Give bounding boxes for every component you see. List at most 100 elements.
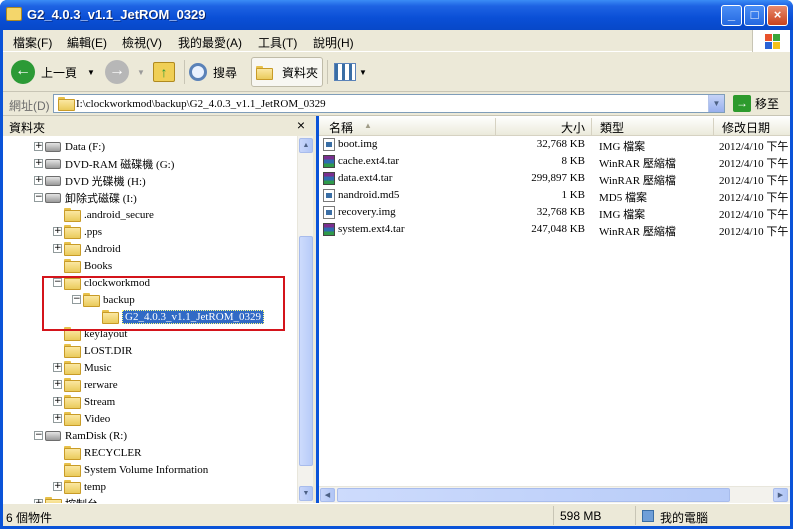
file-row[interactable]: recovery.img 32,768 KB IMG 檔案 2012/4/10 下午	[319, 204, 790, 221]
file-size: 299,897 KB	[531, 172, 585, 184]
tree-item[interactable]: + Video	[53, 410, 111, 427]
windows-logo-icon	[752, 30, 790, 52]
column-name[interactable]: 名稱 ▲	[319, 118, 496, 135]
minimize-button[interactable]: _	[721, 5, 742, 26]
status-count-cell: 6 個物件	[3, 506, 553, 525]
tree-item-label: 控制台	[65, 496, 98, 504]
go-label: 移至	[755, 97, 780, 111]
tree-item[interactable]: + Android	[53, 240, 121, 257]
tree-item[interactable]: − 卸除式磁碟 (I:)	[34, 189, 137, 206]
title-bar[interactable]: G2_4.0.3_v1.1_JetROM_0329 _ □ ×	[0, 0, 793, 30]
column-date[interactable]: 修改日期	[714, 118, 790, 135]
menu-file[interactable]: 檔案(F)	[13, 34, 52, 51]
file-row[interactable]: nandroid.md5 1 KB MD5 檔案 2012/4/10 下午	[319, 187, 790, 204]
tree-item[interactable]: + Stream	[53, 393, 115, 410]
file-row[interactable]: system.ext4.tar 247,048 KB WinRAR 壓縮檔 2012/…	[319, 221, 790, 238]
status-size: 598 MB	[560, 509, 602, 523]
expand-icon[interactable]: +	[53, 227, 62, 236]
chevron-down-icon[interactable]: ▼	[708, 95, 724, 112]
tree-item[interactable]: RECYCLER	[64, 444, 141, 461]
tree-item[interactable]: + DVD-RAM 磁碟機 (G:)	[34, 155, 174, 172]
expand-icon[interactable]: +	[34, 159, 43, 168]
collapse-icon[interactable]: −	[34, 193, 43, 202]
file-row[interactable]: data.ext4.tar 299,897 KB WinRAR 壓縮檔 2012/4/…	[319, 170, 790, 187]
toolbar: ← 上一頁 ▼ → ▼ ↑ 搜尋 資料夾 ▼	[3, 52, 790, 92]
scroll-down-button[interactable]: ▼	[299, 486, 313, 501]
folder-icon	[64, 344, 81, 358]
column-date-label: 修改日期	[722, 121, 771, 135]
tree-item[interactable]: + Data (F:)	[34, 138, 105, 155]
maximize-button[interactable]: □	[744, 5, 765, 26]
menu-edit[interactable]: 編輯(E)	[67, 34, 107, 51]
file-type: IMG 檔案	[599, 141, 646, 153]
tree-item[interactable]: + temp	[53, 478, 106, 495]
tree-item[interactable]: + rerware	[53, 376, 118, 393]
address-input[interactable]: I:\clockworkmod\backup\G2_4.0.3_v1.1_Jet…	[53, 94, 725, 113]
expand-icon[interactable]: +	[53, 482, 62, 491]
expand-icon[interactable]: +	[53, 414, 62, 423]
tree-item-label: Video	[84, 412, 111, 425]
tree-item[interactable]: + Music	[53, 359, 112, 376]
forward-button[interactable]: → ▼	[105, 58, 145, 86]
tree-item-label: 卸除式磁碟 (I:)	[65, 192, 137, 205]
menu-tools[interactable]: 工具(T)	[258, 34, 297, 51]
file-list-hscrollbar[interactable]: ◀ ▶	[319, 486, 790, 503]
archive-icon	[323, 172, 335, 185]
scroll-thumb[interactable]	[299, 236, 313, 466]
drive-icon	[45, 141, 61, 152]
column-type[interactable]: 類型	[592, 118, 714, 135]
tree-item[interactable]: − RamDisk (R:)	[34, 427, 128, 444]
go-arrow-icon: →	[733, 95, 751, 112]
file-list-header: 名稱 ▲ 大小 類型 修改日期	[319, 116, 790, 136]
tree-item[interactable]: LOST.DIR	[64, 342, 132, 359]
scroll-up-button[interactable]: ▲	[299, 138, 313, 153]
tree-item-label: System Volume Information	[84, 463, 209, 476]
chevron-down-icon[interactable]: ▼	[137, 68, 145, 77]
chevron-down-icon[interactable]: ▼	[359, 68, 367, 77]
drive-icon	[45, 430, 61, 441]
views-button[interactable]: ▼	[334, 58, 367, 86]
expand-icon[interactable]: +	[53, 244, 62, 253]
tree-item-label: temp	[84, 480, 106, 493]
file-icon	[323, 138, 335, 151]
expand-icon[interactable]: +	[53, 380, 62, 389]
tree-item[interactable]: + DVD 光碟機 (H:)	[34, 172, 146, 189]
tree-item[interactable]: + .pps	[53, 223, 102, 240]
menu-favorites[interactable]: 我的最愛(A)	[178, 34, 242, 51]
file-size: 247,048 KB	[531, 223, 585, 235]
chevron-down-icon[interactable]: ▼	[87, 68, 95, 77]
collapse-icon[interactable]: −	[34, 431, 43, 440]
expand-icon[interactable]: +	[34, 176, 43, 185]
scroll-right-button[interactable]: ▶	[773, 488, 788, 502]
column-size[interactable]: 大小	[496, 118, 592, 135]
tree-item[interactable]: +控制台	[34, 495, 98, 504]
scroll-thumb[interactable]	[337, 488, 730, 502]
column-name-label: 名稱	[329, 121, 354, 135]
status-location-cell: 我的電腦	[635, 506, 790, 525]
expand-icon[interactable]: +	[53, 397, 62, 406]
menu-view[interactable]: 檢視(V)	[122, 34, 162, 51]
file-size: 32,768 KB	[536, 206, 585, 218]
close-button[interactable]: ×	[767, 5, 788, 26]
up-folder-button[interactable]: ↑	[153, 58, 175, 86]
tree-item[interactable]: Books	[64, 257, 112, 274]
close-icon[interactable]: ×	[297, 117, 305, 133]
tree-item[interactable]: .android_secure	[64, 206, 154, 223]
tree-item-label: RamDisk (R:)	[65, 429, 128, 442]
file-row[interactable]: cache.ext4.tar 8 KB WinRAR 壓縮檔 2012/4/10 下午	[319, 153, 790, 170]
file-row[interactable]: boot.img 32,768 KB IMG 檔案 2012/4/10 下午	[319, 136, 790, 153]
tree-item[interactable]: System Volume Information	[64, 461, 208, 478]
tree-scrollbar[interactable]: ▲ ▼	[297, 136, 313, 503]
expand-icon[interactable]: +	[34, 142, 43, 151]
back-button[interactable]: ← 上一頁 ▼	[11, 58, 95, 86]
go-button[interactable]: → 移至	[733, 95, 779, 112]
file-date: 2012/4/10 下午	[719, 209, 789, 221]
scroll-left-button[interactable]: ◀	[320, 488, 335, 502]
drive-icon	[45, 158, 61, 169]
menu-help[interactable]: 說明(H)	[313, 34, 354, 51]
up-folder-icon: ↑	[153, 62, 175, 82]
folders-button[interactable]: 資料夾	[251, 57, 324, 87]
search-button[interactable]: 搜尋	[189, 58, 237, 86]
file-date: 2012/4/10 下午	[719, 175, 789, 187]
expand-icon[interactable]: +	[53, 363, 62, 372]
